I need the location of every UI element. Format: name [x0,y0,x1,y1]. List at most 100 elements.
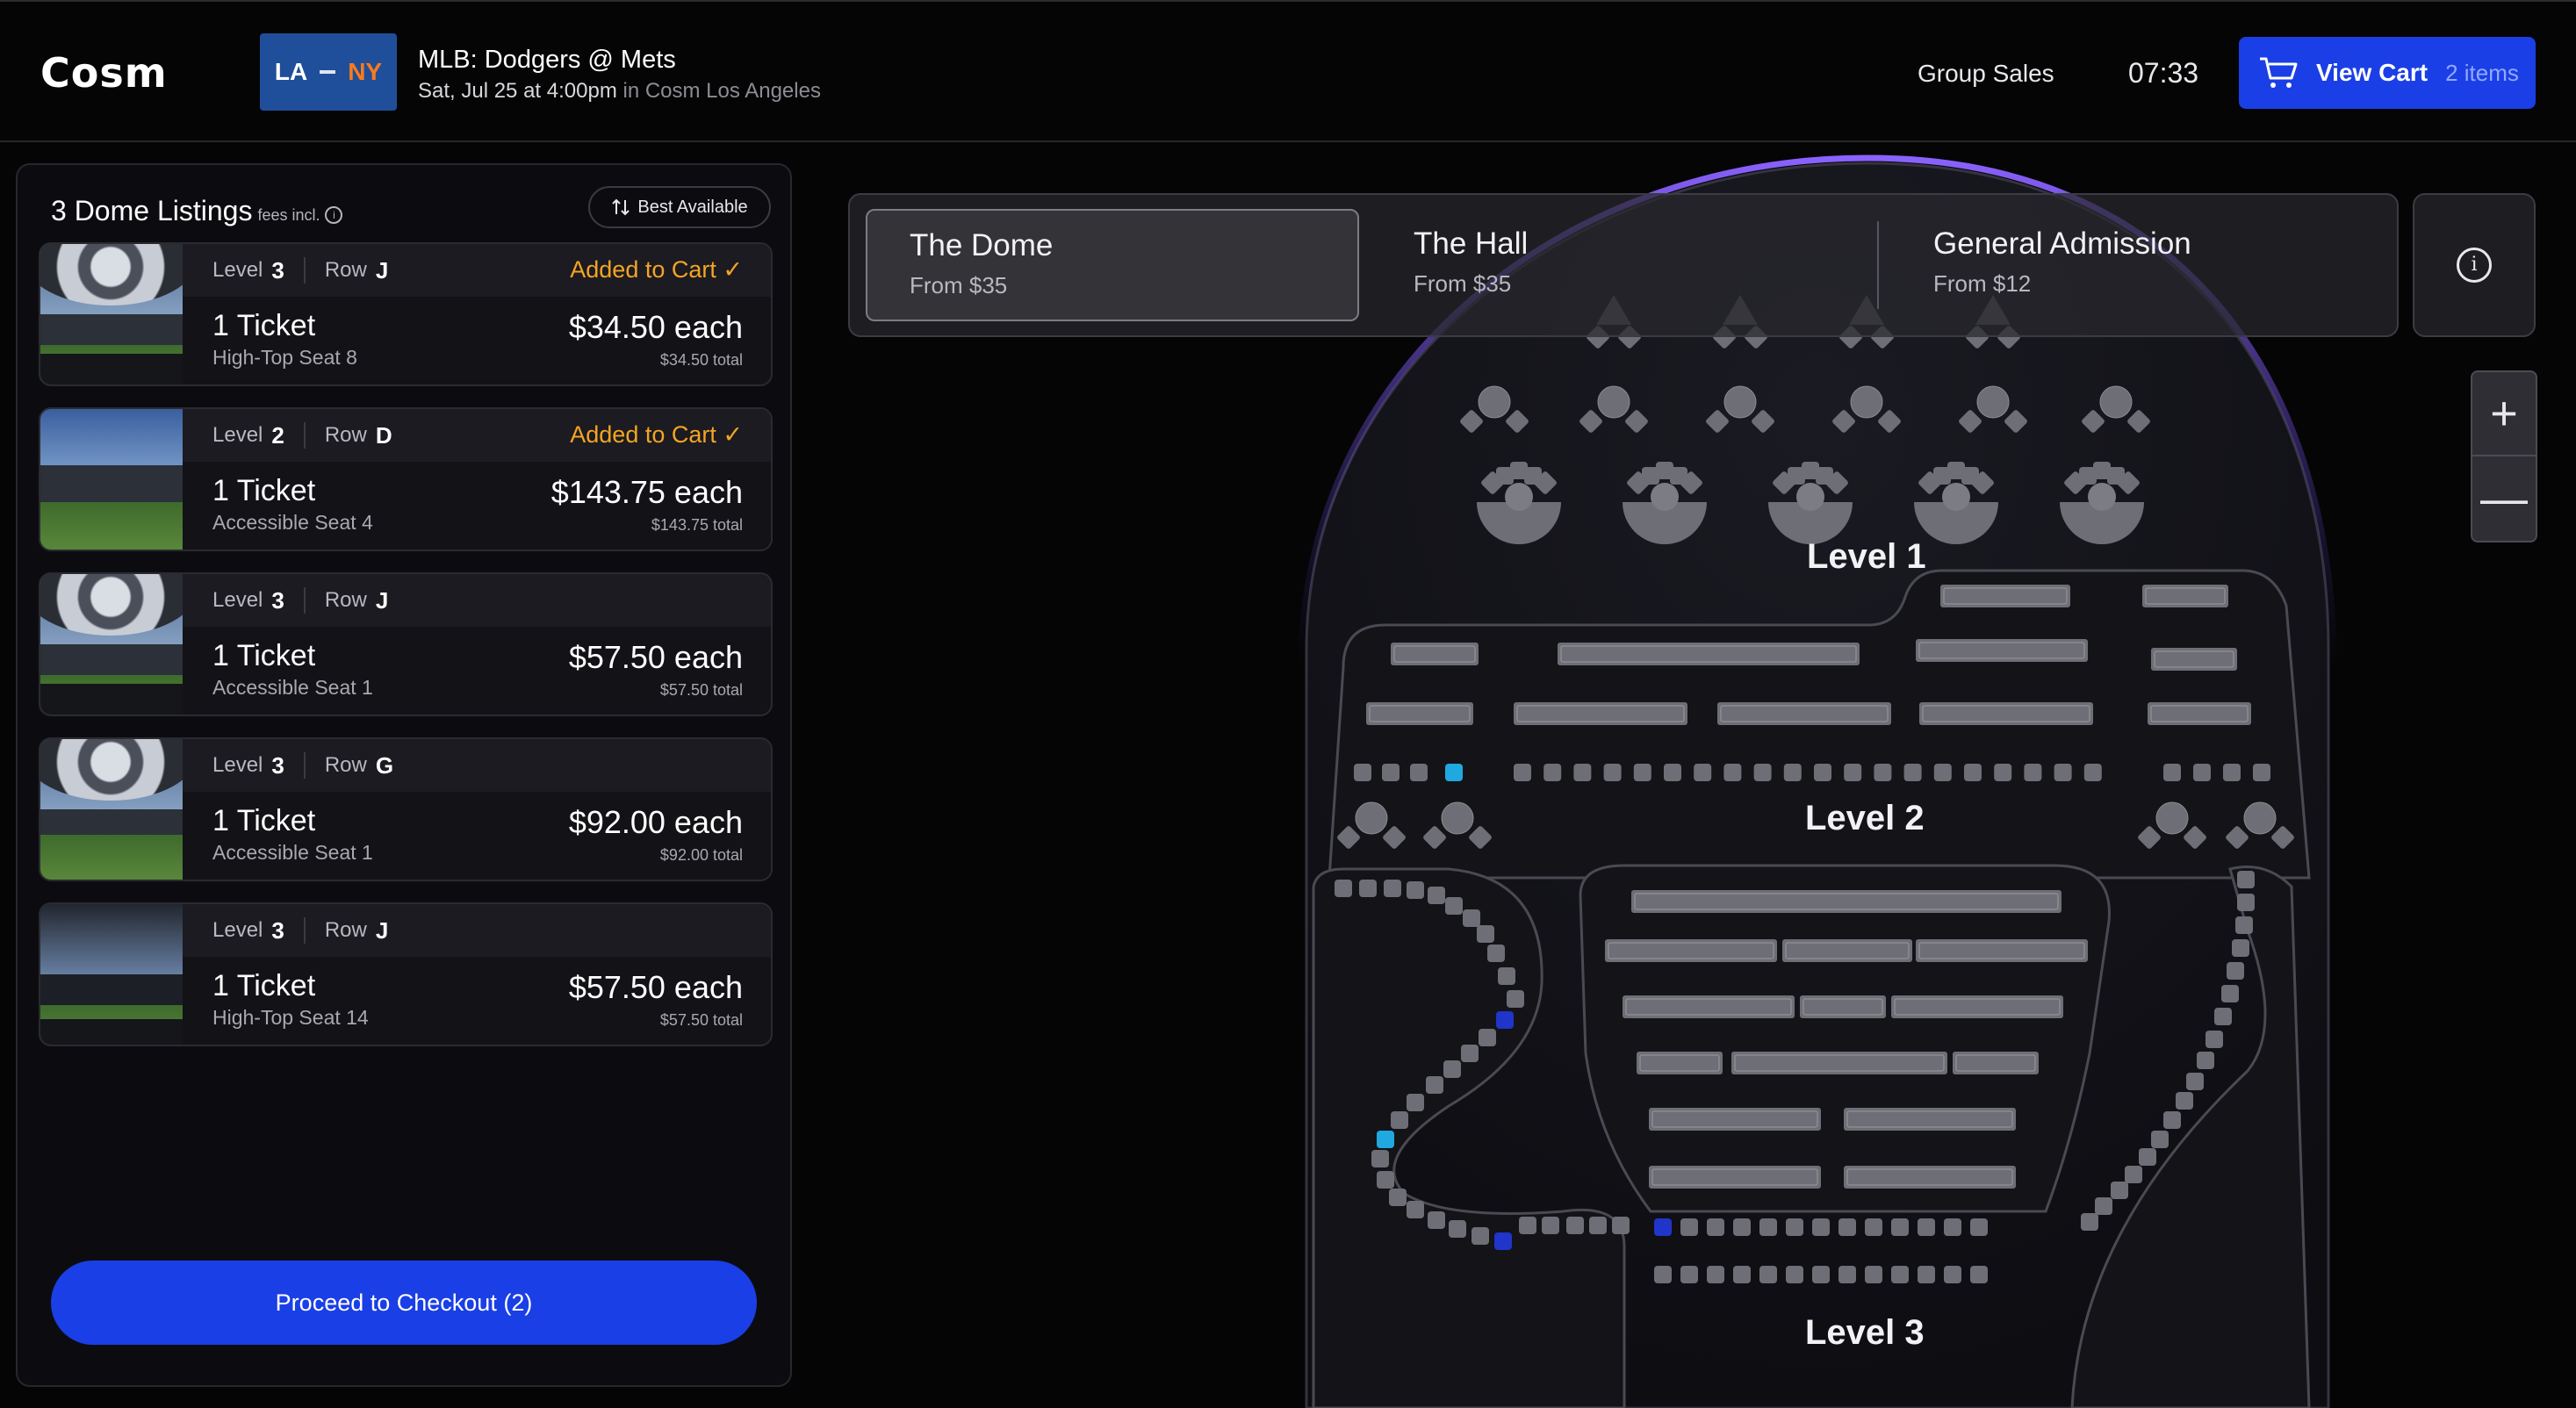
seat[interactable] [1944,1266,1961,1283]
seat[interactable] [1903,764,1922,781]
listing-card[interactable]: Level 3 Row J 1 Ticket High-Top Seat 14 $5… [39,902,773,1046]
seat[interactable] [1865,1218,1882,1236]
seat[interactable] [1407,1094,1424,1111]
seat-booth-table[interactable] [1942,483,1970,511]
seat[interactable] [1461,1045,1479,1062]
seat[interactable] [1428,1211,1445,1229]
seat-table[interactable] [1850,385,1883,419]
seat[interactable] [2197,1052,2214,1069]
seat[interactable] [1410,764,1428,781]
seat[interactable] [1496,467,1514,485]
seat[interactable] [2163,1111,2181,1129]
tab-general-admission[interactable]: General Admission From $12 [1891,209,2348,321]
cosm-logo[interactable]: Cosm [40,49,168,97]
seat[interactable] [1723,764,1742,781]
seat[interactable] [1426,1076,1443,1094]
seat[interactable] [1759,1266,1777,1283]
seat[interactable] [1479,1029,1496,1046]
seat[interactable] [1354,764,1371,781]
seat[interactable] [2223,764,2241,781]
seat-table[interactable] [2243,801,2277,835]
seat[interactable] [1542,1217,1559,1234]
map-info-button[interactable]: i [2413,193,2536,337]
seat[interactable] [1543,764,1562,781]
seat[interactable] [1654,1218,1672,1236]
seat[interactable] [1524,467,1542,485]
seat[interactable] [1707,1218,1724,1236]
listing-card[interactable]: Level 3 Row G 1 Ticket Accessible Seat 1 $… [39,737,773,881]
seat[interactable] [1814,764,1831,781]
seat[interactable] [1449,1220,1466,1238]
seat-map-canvas[interactable] [817,149,2576,1408]
seat[interactable] [2232,939,2249,957]
seat[interactable] [1786,1266,1803,1283]
seat[interactable] [1812,1218,1830,1236]
seat[interactable] [2253,764,2270,781]
seat[interactable] [1642,467,1659,485]
tab-the-hall[interactable]: The Hall From $35 [1371,209,1810,321]
listing-card[interactable]: Level 3 Row J 1 Ticket Accessible Seat 1 $… [39,572,773,716]
seat[interactable] [1359,880,1377,897]
seat[interactable] [1589,1217,1607,1234]
proceed-to-checkout-button[interactable]: Proceed to Checkout (2) [51,1261,757,1345]
seat[interactable] [1487,945,1505,962]
seat[interactable] [1970,1266,1988,1283]
seat[interactable] [2214,1008,2232,1025]
seat[interactable] [2221,985,2239,1002]
seat[interactable] [1445,897,1463,915]
seat[interactable] [1918,1218,1935,1236]
seat[interactable] [1891,1266,1909,1283]
listing-card[interactable]: Level 2 Row D Added to Cart ✓ 1 Ticket Acc… [39,407,773,551]
seat-table[interactable] [1355,801,1388,835]
seat[interactable] [1786,1218,1803,1236]
seat[interactable] [1733,1218,1751,1236]
seat[interactable] [1335,880,1352,897]
seat[interactable] [2176,1092,2193,1110]
seat[interactable] [1377,1171,1394,1189]
seat[interactable] [1994,764,2012,781]
seat[interactable] [2054,764,2072,781]
seat-table[interactable] [1723,385,1757,419]
seat[interactable] [1471,1227,1489,1245]
seat-table[interactable] [1597,385,1630,419]
seat-booth-table[interactable] [1505,483,1533,511]
seat[interactable] [1519,1217,1536,1234]
seat-table[interactable] [1478,385,1511,419]
seat[interactable] [2163,764,2181,781]
seat[interactable] [2186,1073,2204,1090]
seat[interactable] [1733,1266,1751,1283]
seat[interactable] [1970,1218,1988,1236]
seat-map[interactable]: Level 1 Level 2 Level 3 [817,149,2576,1408]
seat[interactable] [1944,1218,1961,1236]
zoom-out-button[interactable]: — [2472,456,2536,541]
seat[interactable] [2083,764,2102,781]
seat[interactable] [1443,1060,1461,1078]
seat[interactable] [1612,1217,1630,1234]
seat[interactable] [1389,1189,1407,1206]
seat[interactable] [2205,1031,2223,1048]
seat[interactable] [1498,967,1515,985]
seat[interactable] [1680,1218,1698,1236]
seat[interactable] [1961,467,1979,485]
seat[interactable] [1496,1011,1514,1029]
seat[interactable] [1573,764,1592,781]
seat[interactable] [1377,1131,1394,1148]
seat[interactable] [1964,764,1982,781]
seat[interactable] [1918,1266,1935,1283]
seat[interactable] [1694,764,1712,781]
seat[interactable] [1670,467,1687,485]
tab-the-dome[interactable]: The Dome From $35 [866,209,1359,321]
seat[interactable] [1477,925,1494,943]
seat[interactable] [1664,764,1681,781]
seat[interactable] [2237,894,2255,911]
seat-booth-table[interactable] [2088,483,2116,511]
seat-booth-table[interactable] [1651,483,1679,511]
zoom-in-button[interactable]: + [2472,372,2536,456]
seat[interactable] [1759,1218,1777,1236]
view-cart-button[interactable]: View Cart 2 items [2239,37,2536,109]
seat[interactable] [2227,962,2244,980]
seat[interactable] [1812,1266,1830,1283]
seat[interactable] [1844,764,1862,781]
seat[interactable] [1707,1266,1724,1283]
seat-table[interactable] [2155,801,2189,835]
